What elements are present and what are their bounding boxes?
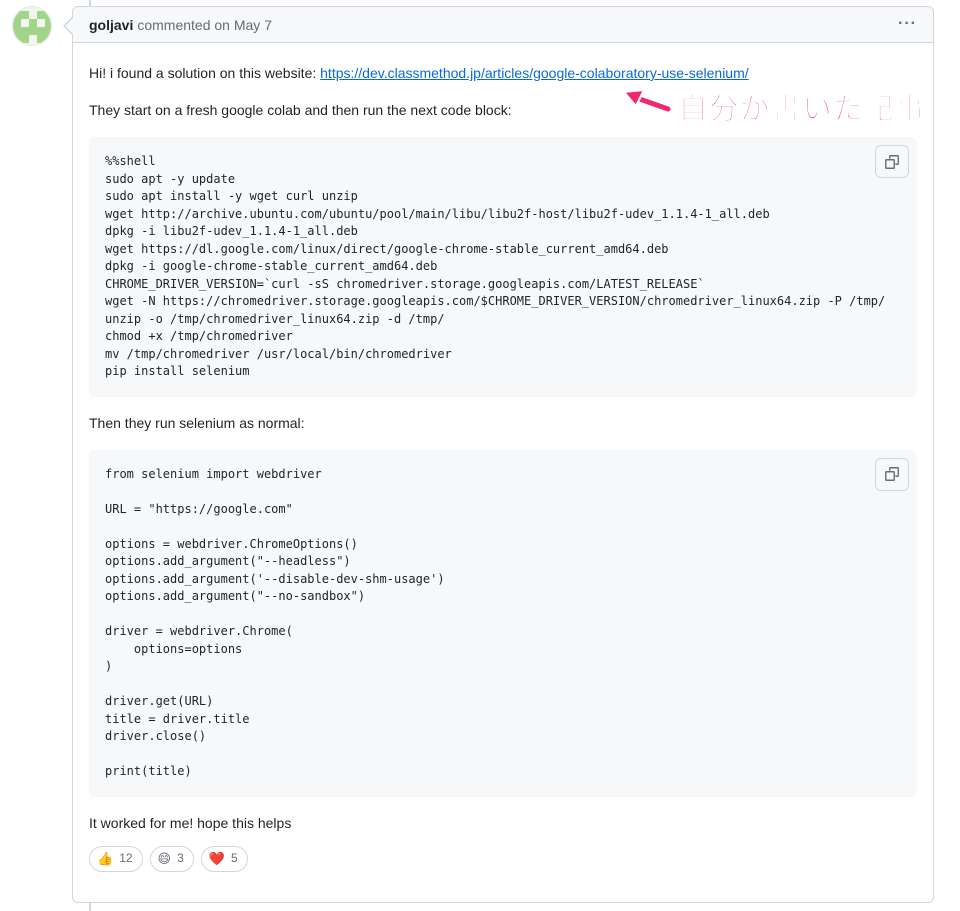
avatar[interactable] — [12, 6, 52, 46]
code-python: from selenium import webdriver URL = "ht… — [105, 466, 445, 779]
avatar-pixel — [45, 11, 51, 43]
avatar-pixel — [37, 27, 45, 43]
code-block-python: from selenium import webdriver URL = "ht… — [89, 449, 917, 797]
copy-button[interactable] — [875, 145, 909, 178]
reaction-thumbs-up[interactable]: 👍 12 — [89, 845, 143, 872]
avatar-pixel — [13, 11, 21, 43]
avatar-pixel — [29, 19, 37, 35]
paragraph-closing: It worked for me! hope this helps — [89, 814, 292, 831]
reaction-laugh[interactable]: 😄 3 — [149, 845, 194, 872]
reaction-count: 5 — [230, 851, 238, 865]
avatar-pixel — [21, 11, 29, 19]
annotation-text: 自分が書いた記事 — [678, 92, 926, 128]
heart-icon: ❤️ — [208, 851, 225, 866]
reaction-count: 12 — [119, 851, 133, 865]
laugh-icon: 😄 — [157, 851, 172, 866]
avatar-pixel — [21, 27, 29, 43]
copy-icon — [885, 154, 899, 169]
reaction-count: 3 — [177, 851, 184, 865]
comment-body: Hi! i found a solution on this website: … — [73, 43, 933, 888]
code-block-shell: %%shell sudo apt -y update sudo apt inst… — [89, 137, 917, 397]
copy-button[interactable] — [875, 457, 909, 491]
copy-icon — [885, 467, 899, 481]
thumbs-up-icon: 👍 — [97, 851, 114, 866]
comment-box: goljavi commented on May 7 ··· Hi! i fou… — [72, 6, 934, 903]
comment-caret-inner — [65, 18, 73, 34]
reactions-bar: 👍 12 😄 3 ❤️ 5 — [89, 845, 917, 872]
code-shell: %%shell sudo apt -y update sudo apt inst… — [105, 154, 886, 378]
intro-paragraph: Hi! i found a solution on this website: … — [89, 63, 917, 84]
arrow-icon — [623, 89, 672, 114]
reaction-heart[interactable]: ❤️ 5 — [200, 845, 248, 872]
annotation-callout: 自分が書いた記事 — [622, 84, 926, 128]
kebab-horizontal-icon[interactable]: ··· — [898, 16, 917, 32]
paragraph-run-selenium: Then they run selenium as normal: — [89, 414, 305, 431]
comment-timestamp[interactable]: commented on May 7 — [137, 17, 272, 33]
comment-author[interactable]: goljavi — [89, 17, 133, 33]
intro-text: Hi! i found a solution on this website: — [89, 65, 321, 81]
avatar-pixel — [37, 11, 45, 19]
comment-header: goljavi commented on May 7 ··· — [73, 7, 933, 43]
article-link[interactable]: https://dev.classmethod.jp/articles/goog… — [320, 65, 749, 81]
